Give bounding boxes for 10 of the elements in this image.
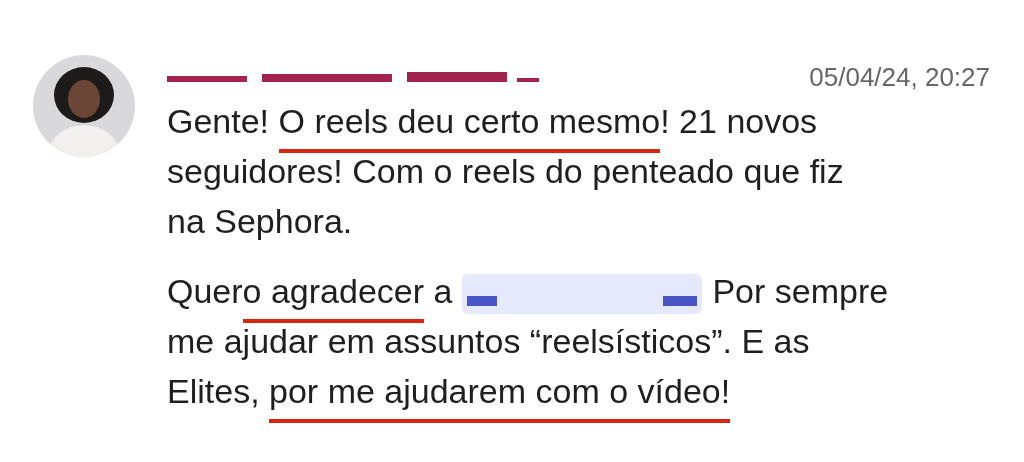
timestamp: 05/04/24, 20:27 — [809, 60, 990, 94]
message-text: seguidores! Com o reels do penteado que fiz — [167, 150, 844, 192]
message-text: Elites, por me ajudarem com o vídeo! — [167, 365, 731, 423]
message-text: Por sempre — [712, 270, 889, 312]
message-text: Gente! O reels deu certo mesmo! 21 novos — [167, 95, 818, 153]
message-text: Quero agradecer a — [167, 265, 453, 323]
redaction-icon — [467, 296, 698, 306]
message-text: na Sephora. — [167, 200, 353, 242]
mention-chip[interactable] — [462, 274, 703, 314]
message-text: me ajudar em assuntos “reelsísticos”. E as — [167, 320, 810, 362]
